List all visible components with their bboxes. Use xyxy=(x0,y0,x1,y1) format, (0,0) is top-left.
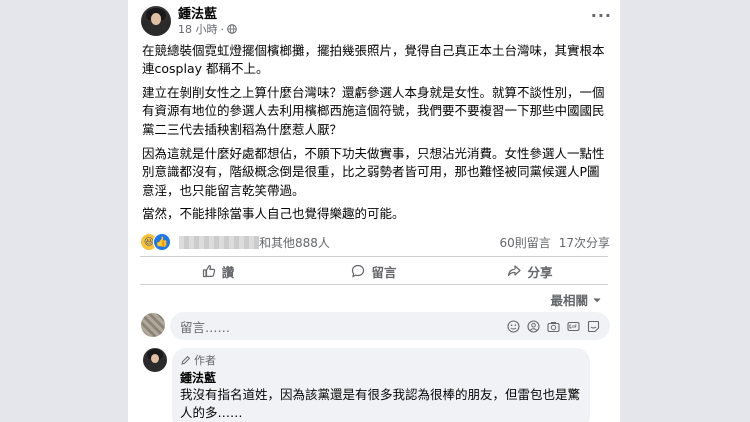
like-button[interactable]: 讚 xyxy=(140,258,296,284)
avatar-sticker-icon[interactable] xyxy=(527,319,540,333)
camera-icon[interactable] xyxy=(547,320,560,333)
comment-tools xyxy=(507,319,600,333)
sort-label: 最相關 xyxy=(550,293,588,308)
comment-input-placeholder: 留言…… xyxy=(180,319,231,335)
post-meta: 18 小時 · xyxy=(178,21,237,37)
post-actions: 讚 留言 分享 xyxy=(140,258,608,284)
post-paragraph: 在競總裝個霓虹燈擺個檳榔攤，擺拍幾張照片，覺得自己真正本土台灣味，其實根本連co… xyxy=(142,43,605,77)
comment-author-avatar[interactable] xyxy=(143,348,167,372)
post-paragraph: 因為這就是什麼好處都想佔，不願下功夫做實事，只想沾光消費。女性參選人一點性別意識… xyxy=(142,146,605,198)
comment-sort-dropdown[interactable]: 最相關 xyxy=(550,290,602,309)
comments-count[interactable]: 60則留言 xyxy=(499,234,550,251)
post-card: 鍾法藍 18 小時 · ··· 在競總裝個霓虹燈擺個檳榔攤，擺拍幾張照片，覺得自… xyxy=(128,0,620,422)
share-button[interactable]: 分享 xyxy=(452,258,608,284)
author-badge: 作者 xyxy=(180,352,216,368)
comment-text: 我沒有指名道姓，因為該黨還是有很多我認為很棒的朋友，但雷包也是驚人的多…… xyxy=(180,387,581,420)
emoji-icon[interactable] xyxy=(507,319,520,333)
post-author-name[interactable]: 鍾法藍 xyxy=(178,3,217,22)
blurred-names xyxy=(179,235,259,249)
comment-icon xyxy=(352,264,365,278)
like-button-label: 讚 xyxy=(221,264,235,280)
sticker-icon[interactable] xyxy=(587,320,600,333)
post-paragraph: 建立在剝削女性之上算什麼台灣味？還虧參選人本身就是女性。就算不談性別，一個有資源… xyxy=(142,85,605,137)
post-time[interactable]: 18 小時 xyxy=(178,21,218,37)
comment-input[interactable]: 留言…… xyxy=(170,312,610,340)
comment-bubble: 作者 鍾法藍 我沒有指名道姓，因為該黨還是有很多我認為很棒的朋友，但雷包也是驚人… xyxy=(172,348,590,422)
comment-button[interactable]: 留言 xyxy=(296,258,452,284)
chevron-down-icon xyxy=(593,297,601,302)
share-button-label: 分享 xyxy=(527,264,553,280)
thumbs-up-icon xyxy=(202,265,215,278)
more-options-icon[interactable]: ··· xyxy=(591,6,612,25)
gif-icon[interactable] xyxy=(567,320,580,333)
author-avatar[interactable] xyxy=(141,6,171,36)
author-badge-label: 作者 xyxy=(194,354,216,367)
divider xyxy=(140,284,608,285)
like-reaction-icon[interactable]: 👍 xyxy=(153,233,171,251)
comment-button-label: 留言 xyxy=(371,264,397,280)
divider xyxy=(140,256,608,257)
reactions-bar: 😆 👍 和其他888人 60則留言 17次分享 xyxy=(140,232,610,252)
globe-icon xyxy=(227,24,237,34)
share-icon xyxy=(508,265,522,277)
shares-count[interactable]: 17次分享 xyxy=(559,234,610,251)
pen-icon xyxy=(181,355,191,365)
comment-author-name[interactable]: 鍾法藍 xyxy=(180,369,216,386)
reaction-count[interactable]: 和其他888人 xyxy=(259,234,330,251)
viewer-avatar[interactable] xyxy=(141,313,165,337)
post-paragraph: 當然，不能排除當事人自己也覺得樂趣的可能。 xyxy=(142,206,405,221)
